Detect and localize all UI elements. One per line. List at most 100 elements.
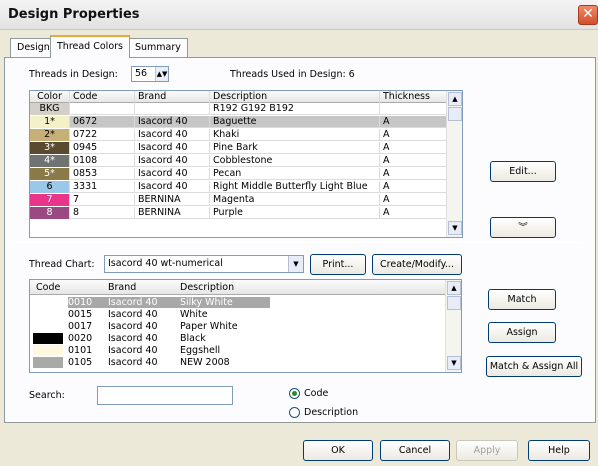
scroll-thumb[interactable] [448, 107, 462, 121]
match-button[interactable]: Match [488, 289, 556, 310]
list-cell-description: Eggshell [180, 345, 221, 356]
table-row[interactable]: 7 7 BERNINA Magenta A [30, 194, 447, 206]
thread-chart-select[interactable]: Isacord 40 wt-numerical ▼ [104, 255, 304, 273]
list-scroll-up-icon[interactable]: ▲ [447, 281, 461, 295]
list-item[interactable]: 0101 Isacord 40 Eggshell [30, 345, 446, 356]
color-swatch: 3* [30, 142, 70, 154]
cell-code: 0108 [70, 155, 135, 167]
ok-button[interactable]: OK [303, 440, 373, 461]
code-radio[interactable] [289, 388, 300, 399]
print-button[interactable]: Print... [310, 254, 366, 275]
header-code[interactable]: Code [70, 91, 135, 103]
tab-thread-colors[interactable]: Thread Colors [50, 35, 130, 58]
cell-brand: BERNINA [135, 207, 210, 219]
search-input[interactable] [97, 386, 233, 405]
header-brand[interactable]: Brand [135, 91, 210, 103]
cell-thickness: A [380, 194, 447, 206]
color-swatch: 4* [30, 155, 70, 167]
table-header: Color Code Brand Description Thickness [30, 91, 447, 103]
list-cell-code: 0010 [68, 297, 108, 308]
thread-chart-value: Isacord 40 wt-numerical [108, 258, 223, 269]
expand-button[interactable]: ︾ [490, 217, 556, 238]
color-swatch: BKG [30, 103, 70, 115]
cell-thickness: A [380, 207, 447, 219]
cell-description: Khaki [210, 129, 380, 141]
table-row[interactable]: 1* 0672 Isacord 40 Baguette A [30, 116, 447, 128]
color-swatch: 7 [30, 194, 70, 206]
table-row[interactable]: 5* 0853 Isacord 40 Pecan A [30, 168, 447, 180]
description-radio-label[interactable]: Description [304, 407, 358, 418]
list-scrollbar[interactable]: ▲ ▼ [445, 280, 461, 372]
list-cell-code: 0015 [68, 309, 93, 320]
cell-brand: Isacord 40 [135, 155, 210, 167]
table-scrollbar[interactable]: ▲ ▼ [446, 91, 462, 237]
window-title: Design Properties [8, 7, 140, 22]
table-row[interactable]: 3* 0945 Isacord 40 Pine Bark A [30, 142, 447, 154]
color-swatch: 1* [30, 116, 70, 128]
list-item[interactable]: 0017 Isacord 40 Paper White [30, 321, 446, 332]
list-scroll-down-icon[interactable]: ▼ [447, 356, 461, 370]
table-row[interactable]: 2* 0722 Isacord 40 Khaki A [30, 129, 447, 141]
scroll-down-icon[interactable]: ▼ [448, 221, 462, 235]
table-row[interactable]: BKG R192 G192 B192 [30, 103, 447, 115]
create-modify-button[interactable]: Create/Modify... [372, 254, 462, 275]
threads-count-spinner[interactable]: 56 ▲▼ [131, 66, 169, 82]
cancel-button[interactable]: Cancel [380, 440, 450, 461]
color-swatch: 5* [30, 168, 70, 180]
thread-colors-table[interactable]: Color Code Brand Description Thickness ▲… [29, 90, 463, 238]
help-button[interactable]: Help [528, 440, 590, 461]
spin-up-down-icon[interactable]: ▲▼ [155, 67, 168, 81]
description-radio[interactable] [289, 407, 300, 418]
thread-chart-label: Thread Chart: [29, 259, 95, 270]
list-header-code[interactable]: Code [36, 280, 60, 295]
list-cell-code: 0101 [68, 345, 93, 356]
apply-button[interactable]: Apply [456, 440, 518, 461]
list-cell-code: 0017 [68, 321, 93, 332]
cell-description: Pecan [210, 168, 380, 180]
table-row[interactable]: 6 3331 Isacord 40 Right Middle Butterfly Li… [30, 181, 447, 193]
edit-button[interactable]: Edit... [490, 161, 556, 182]
list-header-description[interactable]: Description [180, 280, 234, 295]
list-cell-brand: Isacord 40 [108, 297, 180, 308]
search-label: Search: [29, 390, 65, 401]
list-cell-brand: Isacord 40 [108, 309, 158, 320]
list-cell-brand: Isacord 40 [108, 321, 158, 332]
list-scroll-thumb[interactable] [447, 296, 461, 310]
header-color[interactable]: Color [30, 91, 70, 103]
color-swatch: 2* [30, 129, 70, 141]
cell-thickness: A [380, 129, 447, 141]
list-color-swatch [33, 309, 63, 320]
list-item[interactable]: 0105 Isacord 40 NEW 2008 [30, 357, 446, 368]
section-divider [14, 242, 582, 243]
cell-thickness: A [380, 155, 447, 167]
table-row[interactable]: 4* 0108 Isacord 40 Cobblestone A [30, 155, 447, 167]
list-color-swatch [33, 321, 63, 332]
cell-code: 0853 [70, 168, 135, 180]
table-row[interactable]: 8 8 BERNINA Purple A [30, 207, 447, 219]
header-description[interactable]: Description [210, 91, 380, 103]
close-button[interactable]: ✕ [578, 5, 598, 25]
header-thickness[interactable]: Thickness [380, 91, 447, 103]
tab-summary[interactable]: Summary [128, 38, 188, 57]
match-assign-all-button[interactable]: Match & Assign All [486, 356, 582, 377]
cell-code [70, 103, 135, 115]
list-item[interactable]: 0020 Isacord 40 Black [30, 333, 446, 344]
list-cell-code: 0020 [68, 333, 93, 344]
list-color-swatch [33, 345, 63, 356]
list-cell-description: Black [180, 333, 206, 344]
chevron-down-icon[interactable]: ▼ [288, 256, 303, 272]
list-item[interactable]: 0015 Isacord 40 White [30, 309, 446, 320]
list-header-brand[interactable]: Brand [108, 280, 136, 295]
cell-code: 7 [70, 194, 135, 206]
assign-button[interactable]: Assign [488, 322, 556, 343]
cell-description: Pine Bark [210, 142, 380, 154]
cell-thickness: A [380, 168, 447, 180]
cell-code: 3331 [70, 181, 135, 193]
scroll-up-icon[interactable]: ▲ [448, 92, 462, 106]
list-item[interactable]: 0010 Isacord 40 Silky White [30, 297, 446, 308]
code-radio-label[interactable]: Code [304, 388, 328, 399]
color-swatch: 8 [30, 207, 70, 219]
thread-chart-list[interactable]: Code Brand Description ▲ ▼ 0010 Isacord 4… [29, 279, 462, 373]
list-cell-brand: Isacord 40 [108, 345, 158, 356]
cell-description: Right Middle Butterfly Light Blue [210, 181, 380, 193]
